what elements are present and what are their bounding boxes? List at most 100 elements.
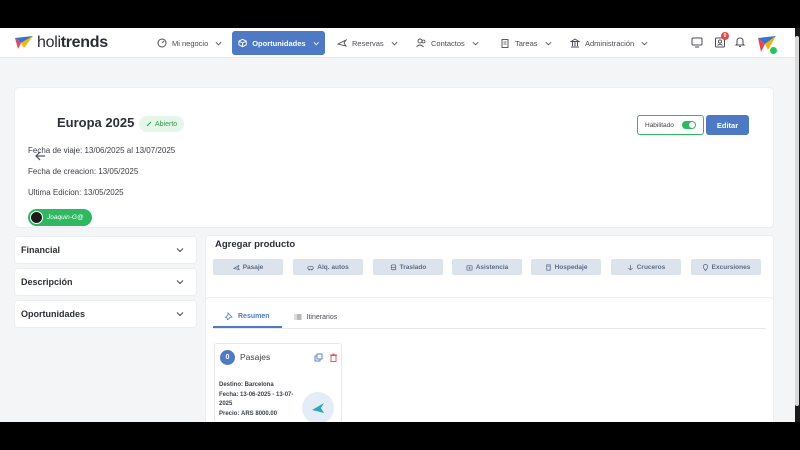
fecha-line: Fecha: 13-06-2025 - 13-07- — [219, 392, 294, 398]
logo-text: holitrends — [37, 34, 108, 51]
notification-badge: 0 — [721, 32, 729, 40]
status-badge: Abierto — [139, 116, 185, 132]
clipboard-icon — [501, 39, 509, 48]
chevron-down-icon — [472, 41, 479, 45]
accordion-label: Descripción — [21, 277, 73, 287]
logo-mark-icon — [15, 36, 33, 49]
accordion-financial[interactable]: Financial — [15, 237, 196, 263]
gauge-icon — [157, 38, 167, 48]
nav-label: Mi negocio — [172, 38, 209, 48]
bus-icon — [390, 263, 396, 270]
nav-tareas[interactable]: Tareas — [494, 32, 558, 54]
add-asistencia-button[interactable]: Asistencia — [452, 259, 522, 275]
add-hospedaje-button[interactable]: Hospedaje — [531, 259, 601, 275]
toggle-label: Habilitado — [645, 121, 674, 129]
accordion-descripcion[interactable]: Descripción — [15, 269, 196, 295]
users-icon — [416, 38, 426, 48]
section-title: Agregar producto — [215, 239, 296, 250]
precio-line: Precio: ARS 8000.00 — [219, 411, 278, 417]
first-aid-icon — [466, 264, 473, 271]
nav-label: Administración — [585, 38, 635, 48]
button-label: Pasaje — [242, 263, 264, 271]
holitrends-logo[interactable]: holitrends — [15, 33, 108, 53]
opportunity-header: Europa 2025 Abierto Fecha de viaje: 13/0… — [15, 88, 773, 227]
pasajes-count: 0 — [220, 350, 235, 365]
button-label: Traslado — [399, 263, 427, 271]
plane-icon — [337, 38, 347, 47]
anchor-icon — [627, 264, 633, 270]
chevron-down-icon — [545, 41, 551, 45]
add-alq-autos-button[interactable]: Alq. autos — [293, 259, 363, 275]
nav-oportunidades[interactable]: Oportunidades — [232, 31, 325, 55]
copy-icon[interactable] — [314, 353, 323, 362]
bank-icon — [570, 38, 580, 48]
hotel-icon — [545, 263, 551, 271]
fecha-creacion: Fecha de creacion: 13/05/2025 — [28, 167, 139, 176]
cube-icon — [238, 38, 247, 48]
list-icon — [294, 314, 302, 320]
car-icon — [307, 265, 314, 270]
top-nav: holitrends Mi negocio Oportunidades Rese… — [0, 28, 795, 58]
fecha-line-2: 2025 — [219, 401, 233, 407]
button-label: Hospedaje — [554, 263, 588, 271]
app-screen: holitrends Mi negocio Oportunidades Rese… — [0, 28, 795, 422]
online-status-icon — [769, 46, 778, 55]
nav-label: Oportunidades — [252, 38, 306, 48]
scrollbar-thumb[interactable] — [795, 36, 799, 406]
flight-icon-badge — [302, 392, 334, 422]
location-pin-icon — [702, 263, 708, 271]
button-label: Excursiones — [711, 263, 751, 271]
pasajes-title: Pasajes — [240, 352, 271, 362]
nav-reservas[interactable]: Reservas — [331, 32, 404, 54]
tab-label: Resumen — [238, 312, 270, 320]
nav-label: Tareas — [515, 38, 538, 48]
habilitado-toggle[interactable]: Habilitado — [637, 115, 704, 135]
pin-icon — [225, 312, 233, 320]
airplane-icon — [312, 403, 324, 413]
tabs-divider — [213, 328, 766, 329]
chevron-down-icon — [313, 41, 319, 45]
plane-icon — [232, 264, 240, 270]
fecha-viaje: Fecha de viaje: 13/06/2025 al 13/07/2025 — [28, 146, 176, 155]
chevron-down-icon — [176, 280, 184, 285]
status-text: Abierto — [155, 120, 178, 128]
button-label: Cruceros — [636, 263, 666, 271]
screen-share-icon[interactable] — [691, 36, 703, 48]
pasajes-card[interactable]: 0 Pasajes Destino: Barcelona Fecha: 13-0… — [214, 343, 342, 422]
nav-label: Contactos — [431, 38, 465, 48]
nav-administracion[interactable]: Administración — [564, 32, 654, 54]
accordion-label: Financial — [21, 245, 61, 255]
user-avatar-small — [30, 211, 43, 224]
toggle-switch[interactable] — [682, 121, 696, 129]
chevron-down-icon — [176, 248, 184, 253]
window-scrollbar[interactable] — [795, 28, 800, 422]
add-pasaje-button[interactable]: Pasaje — [213, 259, 283, 275]
nav-mi-negocio[interactable]: Mi negocio — [151, 32, 228, 54]
chevron-down-icon — [391, 41, 398, 45]
edit-button[interactable]: Editar — [706, 115, 749, 135]
chevron-down-icon — [176, 312, 184, 317]
summary-card: Resumen Itinerarios 0 Pasajes Destino: B… — [206, 298, 773, 422]
chevron-down-icon — [641, 41, 648, 45]
destino-line: Destino: Barcelona — [219, 382, 274, 388]
tab-itinerarios[interactable]: Itinerarios — [282, 306, 350, 328]
accordion-oportunidades[interactable]: Oportunidades — [15, 301, 196, 327]
user-name: Joaquin-G@ — [47, 214, 84, 221]
tab-resumen[interactable]: Resumen — [213, 306, 282, 328]
tab-label: Itinerarios — [306, 313, 338, 321]
add-excursiones-button[interactable]: Excursiones — [691, 259, 761, 275]
summary-tabs: Resumen Itinerarios — [213, 306, 349, 328]
nav-label: Reservas — [352, 38, 384, 48]
assigned-user-chip[interactable]: Joaquin-G@ — [28, 209, 92, 226]
button-label: Alq. autos — [317, 263, 349, 271]
ultima-edicion: Ultima Edicion: 13/05/2025 — [28, 188, 124, 197]
chevron-down-icon — [215, 41, 222, 45]
edit-pencil-icon — [146, 121, 152, 127]
nav-contactos[interactable]: Contactos — [410, 32, 485, 54]
add-traslado-button[interactable]: Traslado — [373, 259, 443, 275]
trash-icon[interactable] — [329, 353, 338, 362]
add-cruceros-button[interactable]: Cruceros — [611, 259, 681, 275]
page-title: Europa 2025 — [57, 115, 135, 130]
accordion-label: Oportunidades — [21, 309, 86, 319]
bell-icon[interactable] — [734, 36, 746, 48]
